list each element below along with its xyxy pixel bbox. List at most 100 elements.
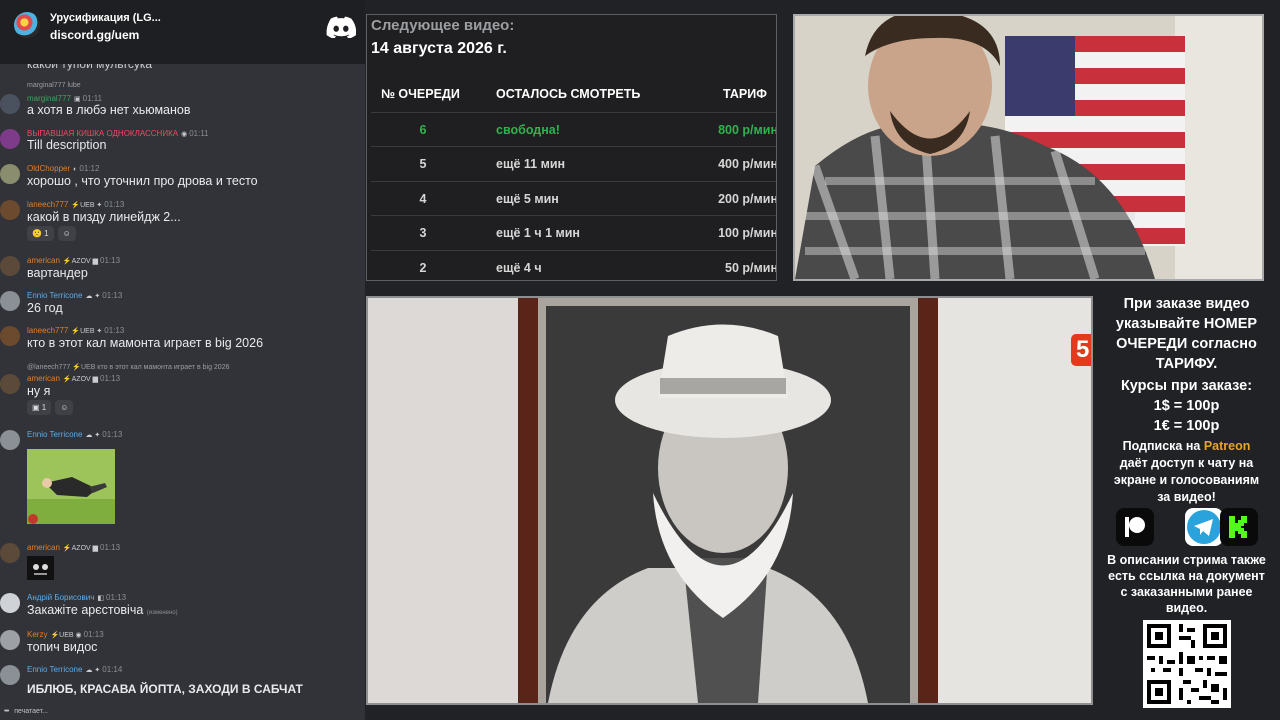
patreon-info: Подписка на Patreon даёт доступ к чату н… [1113, 439, 1260, 504]
timestamp: 01:13 [100, 374, 121, 383]
timestamp: 01:12 [79, 164, 100, 173]
patreon-link[interactable]: Patreon [1204, 439, 1251, 453]
message-meta: Kerzy ⚡UEB ◉ 01:13 [27, 630, 104, 639]
next-video-date: 14 августа 2026 г. [371, 40, 507, 57]
author-name[interactable]: Андрій Борисович [27, 593, 94, 602]
avatar[interactable] [0, 291, 20, 311]
timestamp: 01:13 [83, 630, 104, 639]
timestamp: 01:13 [100, 256, 121, 265]
user-badges: ☁ ✦ [85, 293, 101, 300]
message-text: хорошо , что уточнил про дрова и тесто [27, 174, 258, 188]
author-name[interactable]: Ennio Terricone [27, 291, 82, 300]
avatar[interactable] [0, 200, 20, 220]
queue-row: 5 ещё 11 мин 400 р/мин [371, 146, 776, 180]
stream-layout: Урусификация (LG... discord.gg/uem какой… [0, 0, 1280, 720]
webcam-feed [793, 14, 1264, 281]
next-video-label: Следующее видео: [371, 17, 515, 34]
typing-dots-icon: ••• [4, 708, 9, 715]
message-text: а хотя в любэ нет хьюманов [27, 103, 191, 117]
user-badges: ⚡UEB ◉ [50, 632, 82, 639]
timestamp: 01:13 [104, 326, 125, 335]
author-name[interactable]: american [27, 374, 60, 383]
exchange-rates: Курсы при заказе: 1$ = 100р 1€ = 100р [1120, 378, 1253, 434]
chat-header: Урусификация (LG... discord.gg/uem [0, 0, 365, 64]
timestamp: 01:13 [100, 543, 121, 552]
timestamp: 01:13 [106, 593, 127, 602]
message-meta: OldChopper ◐ 01:12 [27, 164, 99, 173]
author-name[interactable]: Ennio Terricone [27, 430, 82, 439]
attached-image[interactable] [27, 449, 115, 524]
main-video-player[interactable]: 5 [366, 296, 1093, 705]
message-meta: Ennio Terricone ☁ ✦ 01:13 [27, 291, 122, 300]
message-meta: american ⚡AZOV ▆ 01:13 [27, 543, 120, 552]
author-name[interactable]: laneech777 [27, 200, 68, 209]
avatar[interactable] [0, 94, 20, 114]
discord-logo-icon [326, 16, 356, 38]
reply-preview: @laneech777 ⚡UEB кто в этот кал мамонта … [27, 364, 230, 371]
server-name: Урусификация (LG... [50, 12, 161, 24]
kick-icon[interactable] [1220, 508, 1258, 546]
author-name[interactable]: OldChopper [27, 164, 70, 173]
queue-row: 6 свободна! 800 р/мин [371, 112, 776, 146]
timestamp: 01:13 [102, 291, 123, 300]
avatar[interactable] [0, 665, 20, 685]
user-badges: ☁ ✦ [85, 432, 101, 439]
queue-row: 2 ещё 4 ч 50 р/мин [371, 250, 776, 280]
timestamp: 01:11 [189, 129, 209, 138]
patreon-icon[interactable] [1116, 508, 1154, 546]
avatar[interactable] [0, 256, 20, 276]
author-name[interactable]: ВЫПАВШАЯ КИШКА ОДНОКЛАССНИКА [27, 129, 178, 138]
message-text: топич видос [27, 640, 98, 654]
message-text: кто в этот кал мамонта играет в big 2026 [27, 336, 264, 350]
author-name[interactable]: Kerzy [27, 630, 47, 639]
qr-code-icon[interactable] [1143, 620, 1231, 708]
avatar[interactable] [0, 430, 20, 450]
author-name[interactable]: Ennio Terricone [27, 665, 82, 674]
author-name[interactable]: american [27, 256, 60, 265]
message-text: ну я [27, 384, 51, 398]
attached-sticker[interactable] [27, 556, 54, 580]
server-icon[interactable] [14, 12, 40, 38]
author-name[interactable]: american [27, 543, 60, 552]
discord-chat-panel: Урусификация (LG... discord.gg/uem какой… [0, 0, 365, 720]
avatar[interactable] [0, 326, 20, 346]
message-text: ИБЛЮБ, КРАСАВА ЙОПТА, ЗАХОДИ В САБЧАТ [27, 682, 303, 696]
reaction[interactable]: ▣ 1 [27, 400, 52, 415]
avatar[interactable] [0, 164, 20, 184]
message-meta: Андрій Борисович ◧ 01:13 [27, 593, 126, 602]
reactions: 🙁 1 ☺ [27, 226, 76, 241]
server-invite[interactable]: discord.gg/uem [50, 28, 139, 42]
queue-row: 3 ещё 1 ч 1 мин 100 р/мин [371, 215, 776, 249]
avatar[interactable] [0, 374, 20, 394]
order-instructions: При заказе видео указывайте НОМЕР ОЧЕРЕД… [1115, 296, 1258, 372]
description-note: В описании стрима также есть ссылка на д… [1107, 553, 1266, 615]
avatar[interactable] [0, 593, 20, 613]
avatar[interactable] [0, 543, 20, 563]
user-badges: ◧ [97, 595, 105, 602]
timestamp: 01:14 [102, 665, 123, 674]
order-info-panel: При заказе видео указывайте НОМЕР ОЧЕРЕД… [1093, 290, 1280, 720]
telegram-icon[interactable] [1185, 508, 1223, 546]
author-name[interactable]: marginal777 [27, 94, 71, 103]
user-badges: ☁ ✦ [85, 667, 101, 674]
reactions: ▣ 1 ☺ [27, 400, 74, 415]
reaction[interactable]: ☺ [55, 400, 74, 415]
reply-preview: marginal777 lube [27, 82, 81, 89]
user-badges: ⚡AZOV ▆ [62, 258, 99, 265]
user-badges: ◉ [181, 131, 188, 138]
author-name[interactable]: laneech777 [27, 326, 68, 335]
reaction[interactable]: ☺ [57, 226, 76, 241]
user-badges: ⚡AZOV ▆ [62, 376, 99, 383]
message-meta: Ennio Terricone ☁ ✦ 01:13 [27, 430, 122, 439]
message-text: вартандер [27, 266, 88, 280]
header-remaining: ОСТАЛОСЬ СМОТРЕТЬ [496, 87, 641, 101]
avatar[interactable] [0, 630, 20, 650]
user-badges: ⚡UEB ✦ [71, 202, 103, 209]
message-text: Закажіте арєстовіча (изменено) [27, 603, 178, 617]
message-meta: american ⚡AZOV ▆ 01:13 [27, 256, 120, 265]
typing-indicator: ••• печатает... [4, 708, 48, 715]
message-meta: laneech777 ⚡UEB ✦ 01:13 [27, 200, 124, 209]
message-meta: Ennio Terricone ☁ ✦ 01:14 [27, 665, 122, 674]
avatar[interactable] [0, 129, 20, 149]
reaction[interactable]: 🙁 1 [27, 226, 54, 241]
